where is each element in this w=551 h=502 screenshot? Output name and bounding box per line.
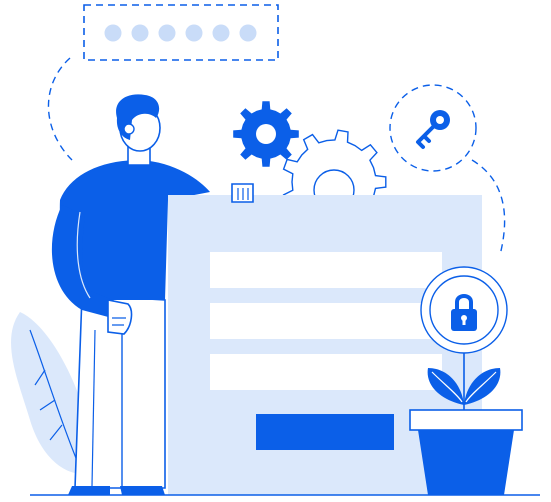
plant-pot (409, 409, 523, 495)
login-submit-button (256, 414, 394, 450)
login-input-field-2 (210, 303, 442, 339)
key-icon (416, 110, 450, 149)
person-shoe-right (120, 486, 165, 495)
person-hand-top (231, 183, 254, 203)
password-dot (131, 24, 149, 42)
person-shoe-left (68, 486, 110, 495)
key-badge (389, 84, 477, 172)
password-dot (239, 24, 257, 42)
illustration-canvas (11, 4, 540, 496)
lock-flower (420, 266, 508, 410)
login-input-field-1 (210, 252, 442, 288)
login-input-field-3 (210, 354, 442, 390)
login-security-illustration (0, 0, 551, 502)
pot-body (418, 430, 514, 495)
password-dot (104, 24, 122, 42)
gear-icon (233, 101, 299, 167)
password-mask-field (83, 4, 279, 61)
pot-rim (409, 409, 523, 431)
password-dot (212, 24, 230, 42)
dashed-connector-left (47, 57, 73, 161)
password-dot (185, 24, 203, 42)
password-dots (104, 24, 257, 42)
password-dot (158, 24, 176, 42)
person-hand (107, 299, 133, 335)
